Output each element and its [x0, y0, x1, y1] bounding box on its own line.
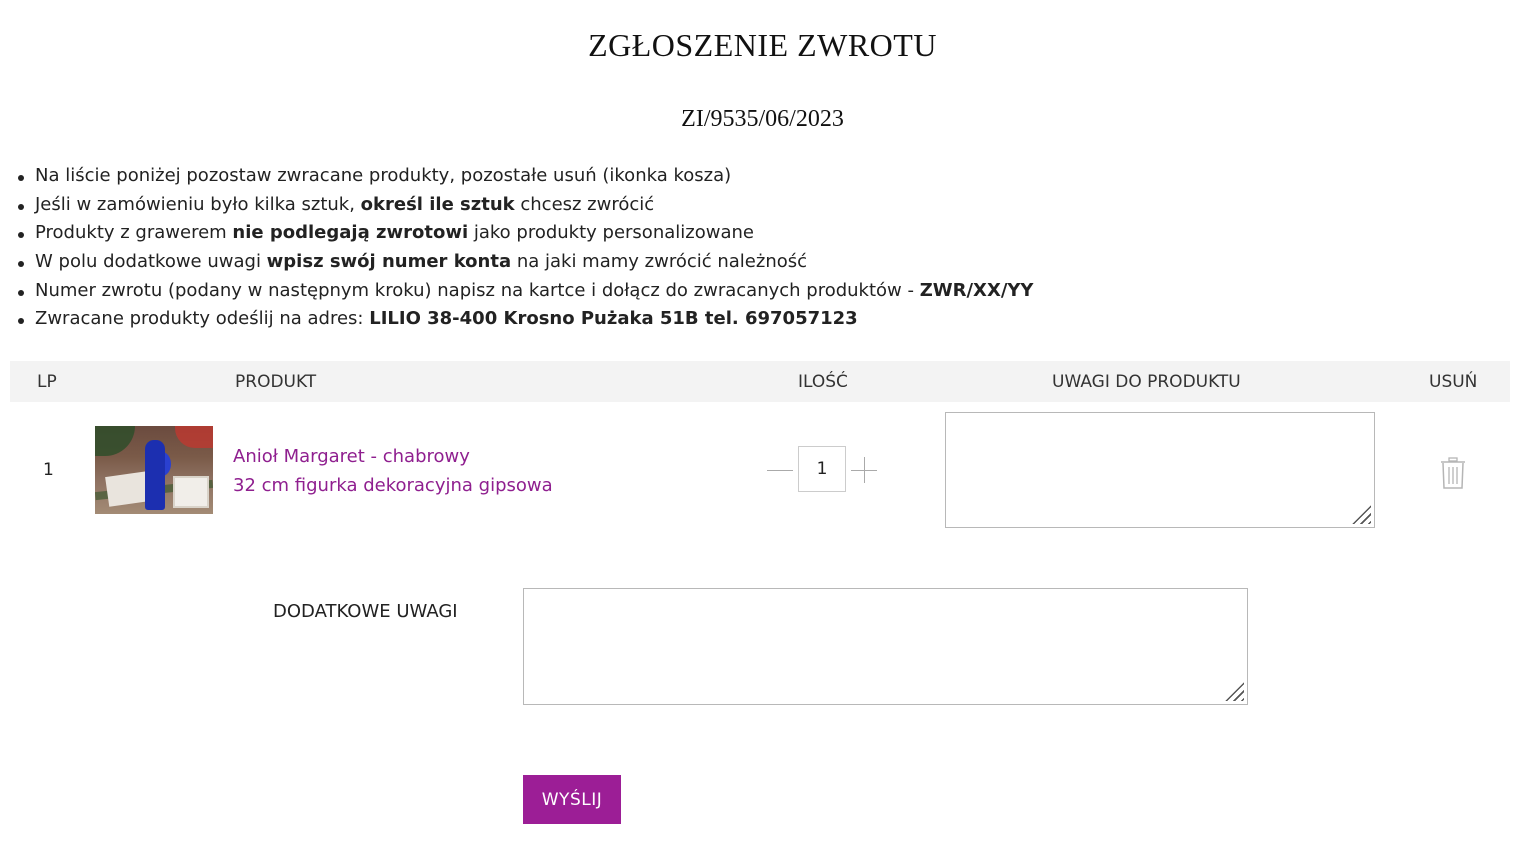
product-description: 32 cm figurka dekoracyjna gipsowa: [233, 475, 553, 496]
return-number: ZI/9535/06/2023: [681, 106, 844, 132]
product-link[interactable]: Anioł Margaret - chabrowy 32 cm figurka …: [233, 442, 553, 500]
instruction-item: W polu dodatkowe uwagi wpisz swój numer …: [16, 248, 1033, 277]
instruction-item: Zwracane produkty odeślij na adres: LILI…: [16, 305, 1033, 334]
trash-icon[interactable]: [1440, 457, 1466, 489]
header-notes: UWAGI DO PRODUKTU: [1052, 372, 1241, 392]
submit-button[interactable]: WYŚLIJ: [523, 775, 621, 824]
extra-notes-label: DODATKOWE UWAGI: [273, 601, 458, 622]
return-form-page: ZGŁOSZENIE ZWROTU ZI/9535/06/2023 Na liś…: [0, 0, 1525, 861]
product-notes-field[interactable]: [945, 412, 1375, 528]
page-title: ZGŁOSZENIE ZWROTU: [588, 27, 937, 63]
product-thumbnail[interactable]: [95, 426, 213, 514]
instruction-item: Na liście poniżej pozostaw zwracane prod…: [16, 162, 1033, 191]
extra-notes-field[interactable]: [523, 588, 1248, 705]
table-header: LP PRODUKT ILOŚĆ UWAGI DO PRODUKTU USUŃ: [10, 361, 1510, 402]
row-lp: 1: [43, 460, 54, 480]
minus-icon[interactable]: [767, 457, 793, 483]
header-qty: ILOŚĆ: [798, 372, 848, 392]
instruction-item: Numer zwrotu (podany w następnym kroku) …: [16, 277, 1033, 306]
product-name: Anioł Margaret - chabrowy: [233, 446, 470, 467]
instruction-item: Produkty z grawerem nie podlegają zwroto…: [16, 219, 1033, 248]
header-product: PRODUKT: [235, 372, 317, 392]
instructions-list: Na liście poniżej pozostaw zwracane prod…: [16, 162, 1033, 334]
header-remove: USUŃ: [1429, 372, 1478, 392]
quantity-input[interactable]: [798, 446, 846, 492]
plus-icon[interactable]: [851, 457, 877, 483]
instruction-item: Jeśli w zamówieniu było kilka sztuk, okr…: [16, 191, 1033, 220]
header-lp: LP: [37, 372, 57, 392]
